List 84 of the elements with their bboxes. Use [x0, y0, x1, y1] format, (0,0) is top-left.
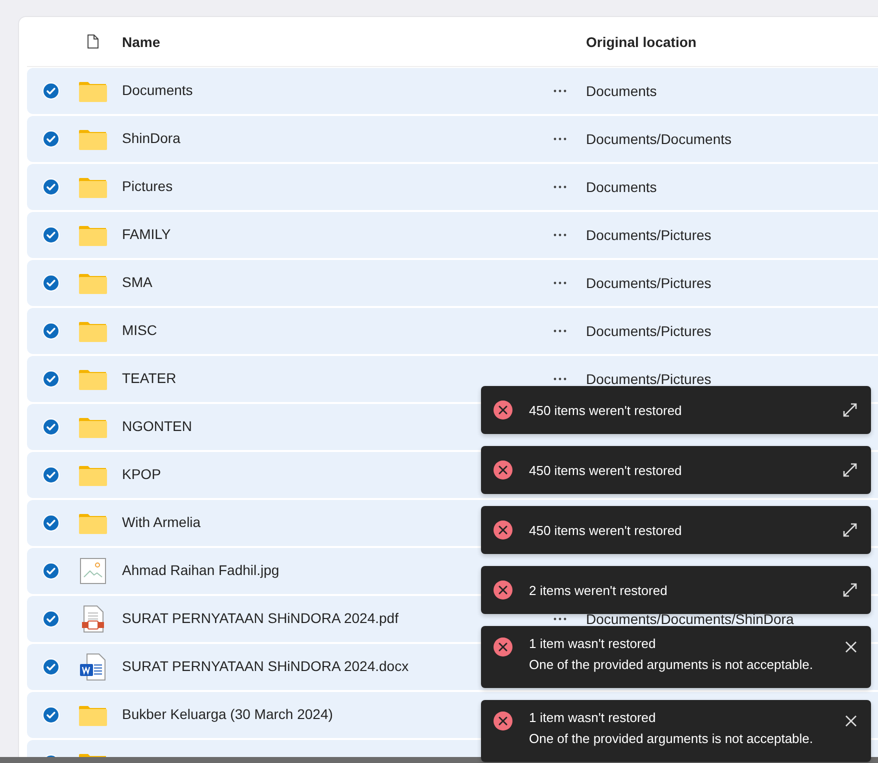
word-file-icon — [79, 653, 107, 681]
checked-icon[interactable] — [42, 418, 60, 436]
checked-icon[interactable] — [42, 226, 60, 244]
column-header[interactable]: Name — [122, 34, 548, 50]
more-icon[interactable] — [553, 185, 567, 189]
checked-icon[interactable] — [42, 370, 60, 388]
file-name: Ahmad Raihan Fadhil.jpg — [122, 562, 280, 578]
more-icon[interactable] — [553, 329, 567, 333]
folder-icon — [79, 80, 107, 102]
error-icon — [493, 460, 513, 480]
location-text: Documents/Pictures — [586, 275, 712, 291]
folder-icon — [79, 128, 107, 150]
checked-icon[interactable] — [42, 274, 60, 292]
file-name: TEATER — [122, 370, 176, 386]
error-icon — [493, 580, 513, 600]
file-row[interactable]: Pictures Documents — [27, 164, 878, 210]
checked-icon[interactable] — [42, 562, 60, 580]
folder-icon — [79, 224, 107, 246]
notification-title: 1 item wasn't restored — [529, 710, 657, 725]
checked-icon[interactable] — [42, 130, 60, 148]
notification-message: One of the provided arguments is not acceptable. — [529, 657, 814, 672]
column-header[interactable]: Original location — [586, 34, 696, 50]
checked-icon[interactable] — [42, 706, 60, 724]
image-icon — [80, 558, 106, 584]
file-name: SURAT PERNYATAAN SHiNDORA 2024.pdf — [122, 610, 398, 626]
expand-icon[interactable] — [843, 403, 857, 417]
more-icon[interactable] — [553, 377, 567, 381]
expand-icon[interactable] — [843, 583, 857, 597]
file-row[interactable]: SMA Documents/Pictures — [27, 260, 878, 306]
folder-icon — [79, 272, 107, 294]
file-name: With Armelia — [122, 514, 201, 530]
file-icon — [87, 34, 99, 49]
checked-icon[interactable] — [42, 466, 60, 484]
file-name: KPOP — [122, 466, 161, 482]
close-icon[interactable] — [845, 715, 857, 727]
checked-icon[interactable] — [42, 82, 60, 100]
folder-icon — [79, 704, 107, 726]
file-name: FAMILY — [122, 226, 171, 242]
folder-icon — [79, 176, 107, 198]
error-icon — [493, 637, 513, 657]
checked-icon[interactable] — [42, 658, 60, 676]
checked-icon[interactable] — [42, 322, 60, 340]
error-icon — [493, 520, 513, 540]
location-text: Documents — [586, 83, 657, 99]
notification-title: 450 items weren't restored — [529, 402, 683, 418]
file-name: ShinDora — [122, 130, 180, 146]
folder-icon — [79, 320, 107, 342]
checked-icon[interactable] — [42, 514, 60, 532]
checked-icon[interactable] — [42, 610, 60, 628]
error-icon — [493, 711, 513, 731]
file-name: Documents — [122, 82, 193, 98]
expand-icon[interactable] — [843, 523, 857, 537]
file-name: SMA — [122, 274, 152, 290]
file-row[interactable]: ShinDora Documents/Documents — [27, 116, 878, 162]
notification-title: 450 items weren't restored — [529, 462, 683, 478]
more-icon[interactable] — [553, 233, 567, 237]
location-text: Documents/Pictures — [586, 227, 712, 243]
file-row[interactable]: MISC Documents/Pictures — [27, 308, 878, 354]
expand-icon[interactable] — [843, 463, 857, 477]
pdf-file-icon — [81, 605, 105, 633]
more-icon[interactable] — [553, 617, 567, 621]
file-name: Pictures — [122, 178, 173, 194]
error-icon — [493, 400, 513, 420]
more-icon[interactable] — [553, 281, 567, 285]
more-icon[interactable] — [553, 137, 567, 141]
checked-icon[interactable] — [42, 178, 60, 196]
file-name: Bukber Keluarga (30 March 2024) — [122, 706, 333, 722]
folder-icon — [79, 416, 107, 438]
location-text: Documents/Documents/ShinDora — [586, 611, 794, 627]
location-text: Documents/Pictures — [586, 371, 712, 387]
close-icon[interactable] — [845, 641, 857, 653]
notification-title: 450 items weren't restored — [529, 522, 683, 538]
file-row[interactable]: FAMILY Documents/Pictures — [27, 212, 878, 258]
location-text: Documents/Documents — [586, 131, 732, 147]
folder-icon — [79, 464, 107, 486]
folder-icon — [79, 368, 107, 390]
folder-icon — [79, 512, 107, 534]
file-name: NGONTEN — [122, 418, 192, 434]
location-text: Documents — [586, 179, 657, 195]
file-row[interactable]: Documents Documents — [27, 68, 878, 114]
file-name: MISC — [122, 322, 157, 338]
file-name: SURAT PERNYATAAN SHiNDORA 2024.docx — [122, 658, 409, 674]
more-icon[interactable] — [553, 89, 567, 93]
location-text: Documents/Pictures — [586, 323, 712, 339]
